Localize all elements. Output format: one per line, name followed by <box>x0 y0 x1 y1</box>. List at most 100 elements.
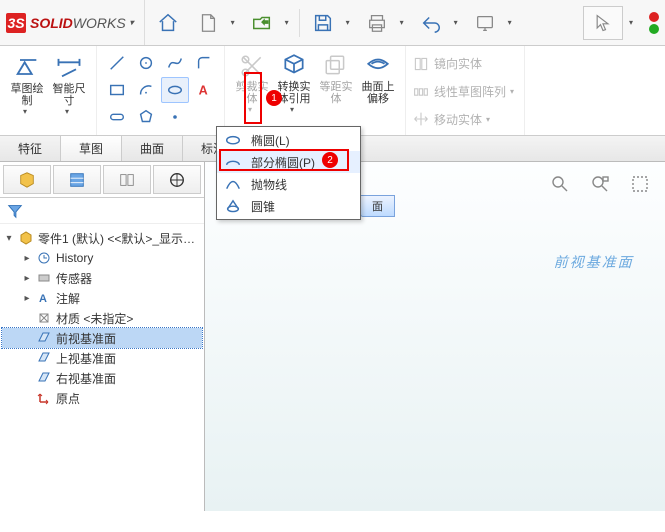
tree-root-label: 零件1 (默认) <<默认>_显示状态 1> <box>38 230 198 247</box>
menu-conic-label: 圆锥 <box>251 198 275 215</box>
ribbon: 草图绘制 ▾ 智能尺寸 ▾ A 剪裁实体 ▾ <box>0 46 665 136</box>
text-tool-button[interactable]: A <box>190 77 218 103</box>
tree-origin-label: 原点 <box>56 390 80 407</box>
home-button[interactable] <box>151 6 185 40</box>
undo-button[interactable] <box>414 6 448 40</box>
select-dd[interactable]: ▾ <box>629 18 637 27</box>
menu-partial-ellipse[interactable]: 部分椭圆(P) <box>217 151 360 173</box>
sketch-label: 草图绘制 <box>9 83 45 107</box>
fm-tab-config[interactable] <box>103 165 151 194</box>
logo-text-a: SOLID <box>30 15 73 31</box>
status-green-icon <box>649 24 659 34</box>
conic-icon <box>223 197 243 215</box>
tree-front-plane[interactable]: 前视基准面 <box>2 328 202 348</box>
tree-history-label: History <box>56 251 93 265</box>
smart-dim-chevron-icon: ▾ <box>65 107 73 116</box>
tree-sensors[interactable]: ▸ 传感器 <box>2 268 202 288</box>
svg-text:A: A <box>39 293 47 305</box>
polygon-tool-button[interactable] <box>132 104 160 130</box>
filter-icon[interactable] <box>6 202 24 220</box>
trim-button[interactable]: 剪裁实体 ▾ <box>231 50 273 131</box>
parabola-icon <box>223 175 243 193</box>
feature-tree: ▾ 零件1 (默认) <<默认>_显示状态 1> ▸ History ▸ 传感器… <box>0 224 204 511</box>
menu-parabola-label: 抛物线 <box>251 176 287 193</box>
convert-label: 转换实体引用 <box>276 81 312 105</box>
offset-curve-label: 曲面上偏移 <box>360 81 396 105</box>
tree-history[interactable]: ▸ History <box>2 248 202 268</box>
status-lights <box>649 12 659 34</box>
undo-dd[interactable]: ▾ <box>454 18 462 27</box>
tree-right-label: 右视基准面 <box>56 370 116 387</box>
ellipse-icon <box>223 131 243 149</box>
tree-annotations[interactable]: ▸ A 注解 <box>2 288 202 308</box>
tree-annotations-label: 注解 <box>56 290 80 307</box>
view-dd[interactable]: ▾ <box>508 18 516 27</box>
tab-feature[interactable]: 特征 <box>0 136 61 161</box>
menu-parabola[interactable]: 抛物线 <box>217 173 360 195</box>
tree-origin[interactable]: 原点 <box>2 388 202 408</box>
title-bar: 3S SOLIDWORKS ▾ ▾ ▾ ▾ ▾ ▾ ▾ ▾ <box>0 0 665 46</box>
point-tool-button[interactable] <box>161 104 189 130</box>
fm-tab-property[interactable] <box>53 165 101 194</box>
fm-tab-dim[interactable] <box>153 165 201 194</box>
tab-surface[interactable]: 曲面 <box>122 136 183 161</box>
menu-partial-label: 部分椭圆(P) <box>251 154 315 171</box>
menu-ellipse-label: 椭圆(L) <box>251 132 290 149</box>
sketch-chevron-icon: ▾ <box>23 107 31 116</box>
zoom-area-button[interactable] <box>585 172 615 196</box>
circle-tool-button[interactable] <box>132 50 160 76</box>
menu-conic[interactable]: 圆锥 <box>217 195 360 217</box>
zoom-fit-button[interactable] <box>545 172 575 196</box>
feature-manager: ▾ 零件1 (默认) <<默认>_显示状态 1> ▸ History ▸ 传感器… <box>0 162 205 511</box>
trim-label: 剪裁实体 <box>234 81 270 105</box>
sectioned-view-button[interactable] <box>625 172 655 196</box>
save-button[interactable] <box>306 6 340 40</box>
tree-top-plane[interactable]: 上视基准面 <box>2 348 202 368</box>
linear-pattern-button[interactable]: 线性草图阵列 ▾ <box>412 80 518 104</box>
line-tool-button[interactable] <box>103 50 131 76</box>
logo-text-b: WORKS <box>73 15 126 31</box>
select-tool-button[interactable] <box>583 6 623 40</box>
mirror-label: 镜向实体 <box>434 55 482 72</box>
ellipse-tool-button[interactable] <box>161 77 189 103</box>
mirror-entities-button[interactable]: 镜向实体 <box>412 52 518 76</box>
tab-sketch[interactable]: 草图 <box>61 136 122 161</box>
plane-label: 前视基准面 <box>552 252 637 272</box>
partial-ellipse-icon <box>223 153 243 171</box>
new-button[interactable] <box>191 6 225 40</box>
tree-material-label: 材质 <未指定> <box>56 310 133 327</box>
fillet-tool-button[interactable] <box>190 50 218 76</box>
document-tab[interactable]: 面 <box>360 195 395 217</box>
move-label: 移动实体 <box>434 111 482 128</box>
svg-text:A: A <box>199 84 208 98</box>
arc-tool-button[interactable] <box>132 77 160 103</box>
tree-front-label: 前视基准面 <box>56 330 116 347</box>
print-dd[interactable]: ▾ <box>400 18 408 27</box>
rectangle-tool-button[interactable] <box>103 77 131 103</box>
print-button[interactable] <box>360 6 394 40</box>
chevron-down-icon[interactable]: ▾ <box>130 18 138 27</box>
spline-tool-button[interactable] <box>161 50 189 76</box>
save-dd[interactable]: ▾ <box>346 18 354 27</box>
offset-entities-button[interactable]: 等距实体 <box>315 50 357 131</box>
move-entities-button[interactable]: 移动实体 ▾ <box>412 107 518 131</box>
pattern-label: 线性草图阵列 <box>434 83 506 100</box>
tree-material[interactable]: 材质 <未指定> <box>2 308 202 328</box>
smart-dimension-button[interactable]: 智能尺寸 ▾ <box>48 50 90 131</box>
convert-entities-button[interactable]: 转换实体引用 ▾ <box>273 50 315 131</box>
open-dd[interactable]: ▾ <box>285 18 293 27</box>
offset-on-surface-button[interactable]: 曲面上偏移 <box>357 50 399 131</box>
tree-root[interactable]: ▾ 零件1 (默认) <<默认>_显示状态 1> <box>2 228 202 248</box>
open-button[interactable] <box>245 6 279 40</box>
sketch-button[interactable]: 草图绘制 ▾ <box>6 50 48 131</box>
tree-right-plane[interactable]: 右视基准面 <box>2 368 202 388</box>
menu-ellipse[interactable]: 椭圆(L) <box>217 129 360 151</box>
smart-dimension-label: 智能尺寸 <box>51 83 87 107</box>
slot-tool-button[interactable] <box>103 104 131 130</box>
fm-tab-tree[interactable] <box>3 165 51 194</box>
tree-sensors-label: 传感器 <box>56 270 92 287</box>
new-dd[interactable]: ▾ <box>231 18 239 27</box>
app-logo: 3S SOLIDWORKS ▾ <box>6 0 145 45</box>
view-button[interactable] <box>468 6 502 40</box>
ellipse-dropdown-menu: 椭圆(L) 部分椭圆(P) 抛物线 圆锥 <box>216 126 361 220</box>
